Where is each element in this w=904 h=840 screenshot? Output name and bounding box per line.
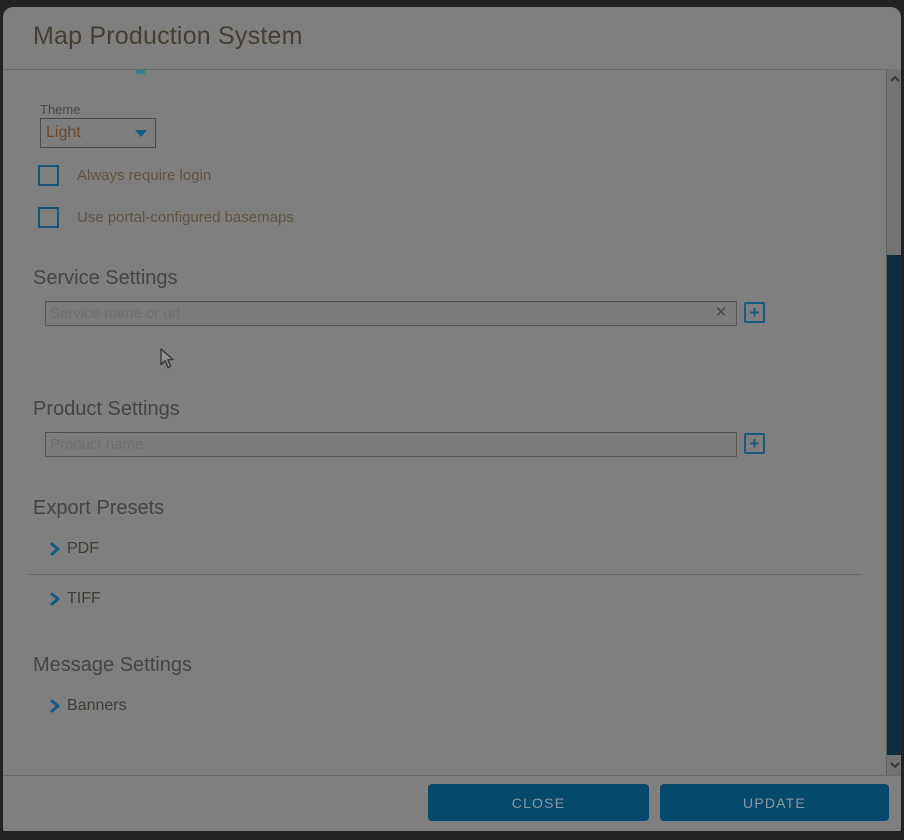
theme-label: Theme — [40, 102, 80, 117]
checkbox-label: Always require login — [77, 167, 211, 184]
checkbox-label: Use portal-configured basemaps — [77, 209, 294, 226]
update-button[interactable]: UPDATE — [660, 784, 889, 821]
export-preset-pdf-row[interactable]: PDF — [49, 540, 99, 558]
clear-icon[interactable]: ✕ — [712, 304, 730, 322]
export-presets-heading: Export Presets — [33, 497, 164, 520]
theme-select-value: Light — [41, 124, 135, 142]
chevron-down-icon — [890, 762, 900, 768]
always-require-login-checkbox[interactable] — [38, 165, 59, 186]
use-portal-basemaps-checkbox[interactable] — [38, 207, 59, 228]
tree-item-label: PDF — [67, 540, 99, 558]
export-preset-tiff-row[interactable]: TIFF — [49, 590, 101, 608]
chevron-right-icon — [49, 699, 61, 713]
chevron-right-icon — [49, 542, 61, 556]
map-production-system-dialog: Map Production System Theme Light Always… — [3, 7, 901, 831]
dialog-footer: CLOSE UPDATE — [3, 775, 901, 831]
product-name-input[interactable] — [46, 433, 736, 456]
product-input-wrap — [45, 432, 737, 457]
service-name-input[interactable] — [46, 302, 736, 325]
close-button[interactable]: CLOSE — [428, 784, 649, 821]
chevron-up-icon — [890, 76, 900, 82]
scroll-down-button[interactable] — [887, 757, 901, 773]
tree-item-label: Banners — [67, 697, 127, 715]
scroll-up-button[interactable] — [887, 71, 901, 87]
clipped-scrolled-element-fragment — [136, 70, 145, 74]
add-product-button[interactable]: + — [744, 433, 765, 454]
service-input-wrap: ✕ — [45, 301, 737, 326]
product-settings-heading: Product Settings — [33, 398, 180, 421]
chevron-right-icon — [49, 592, 61, 606]
plus-icon: + — [750, 303, 760, 322]
always-require-login-row[interactable]: Always require login — [38, 165, 211, 186]
tree-item-label: TIFF — [67, 590, 101, 608]
dialog-header: Map Production System — [3, 7, 901, 70]
add-service-button[interactable]: + — [744, 302, 765, 323]
plus-icon: + — [750, 434, 760, 453]
dialog-title: Map Production System — [33, 22, 303, 51]
banners-row[interactable]: Banners — [49, 697, 127, 715]
service-settings-heading: Service Settings — [33, 267, 178, 290]
scrollbar-thumb[interactable] — [887, 255, 901, 755]
preset-divider — [27, 574, 862, 575]
use-portal-basemaps-row[interactable]: Use portal-configured basemaps — [38, 207, 294, 228]
chevron-down-icon — [135, 130, 147, 137]
dialog-scroll-content: Theme Light Always require login Use por… — [3, 70, 886, 775]
message-settings-heading: Message Settings — [33, 654, 192, 677]
vertical-scrollbar[interactable] — [886, 69, 901, 775]
theme-select[interactable]: Light — [40, 118, 156, 148]
